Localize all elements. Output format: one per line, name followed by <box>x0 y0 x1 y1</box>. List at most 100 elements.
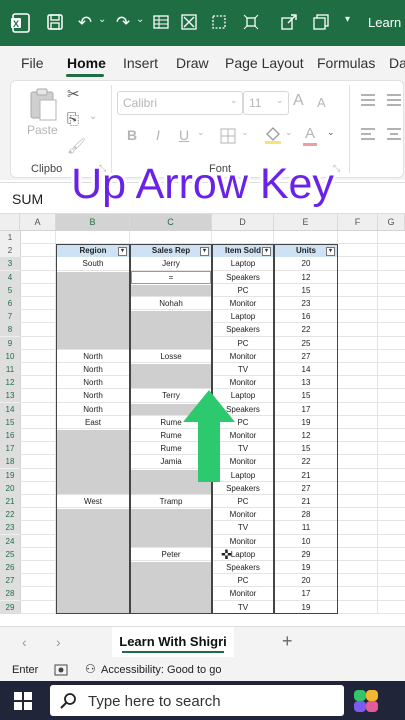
add-sheet-icon[interactable]: + <box>282 631 293 652</box>
column-header-b[interactable]: B <box>56 214 130 230</box>
sheet-tab-learn-with-shigri[interactable]: Learn With Shigri <box>112 627 234 657</box>
units-cell[interactable]: 27 <box>274 482 338 495</box>
row-header[interactable]: 6 <box>0 297 20 310</box>
sales-rep-cell[interactable]: Peter <box>130 548 212 561</box>
align-left-icon[interactable] <box>359 127 377 146</box>
shrink-font-icon[interactable]: A <box>317 95 326 110</box>
menu-insert[interactable]: Insert <box>123 55 158 71</box>
font-size-dropdown-icon[interactable]: ⌄ <box>276 95 284 106</box>
copy-icon[interactable] <box>310 12 332 34</box>
next-sheet-icon[interactable]: › <box>56 634 61 650</box>
copy-format-icon[interactable]: ⎘ <box>67 111 79 128</box>
cut-icon[interactable]: ✂ <box>67 85 80 103</box>
table-icon[interactable] <box>150 12 172 34</box>
clear-format-icon[interactable] <box>178 12 200 34</box>
units-cell[interactable]: 21 <box>274 469 338 482</box>
item-cell[interactable]: TV <box>212 601 274 614</box>
underline-dropdown-icon[interactable]: ⌄ <box>197 127 205 138</box>
align-center-icon[interactable] <box>385 127 403 146</box>
row-header[interactable]: 9 <box>0 336 20 350</box>
row-header[interactable]: 19 <box>0 468 20 482</box>
row-header[interactable]: 12 <box>0 376 20 390</box>
item-cell[interactable]: Monitor <box>212 508 274 521</box>
share-icon[interactable] <box>278 12 300 34</box>
column-header-c[interactable]: C <box>130 214 212 230</box>
region-cell[interactable]: North <box>56 403 130 416</box>
item-cell[interactable]: PC <box>212 337 274 350</box>
row-header[interactable]: 8 <box>0 323 20 337</box>
sales-rep-cell[interactable]: Nohah <box>130 297 212 310</box>
customize-toolbar-icon[interactable]: ▾ <box>345 14 350 25</box>
filter-dropdown-icon[interactable]: ▾ <box>262 247 271 257</box>
item-cell[interactable]: Speakers <box>212 271 274 284</box>
item-cell[interactable]: Monitor <box>212 297 274 310</box>
row-header[interactable]: 7 <box>0 310 20 324</box>
row-header[interactable]: 10 <box>0 349 20 363</box>
redo-icon[interactable]: ↷ <box>112 12 134 34</box>
row-header[interactable]: 2 <box>0 244 20 257</box>
units-cell[interactable]: 22 <box>274 455 338 468</box>
units-cell[interactable]: 23 <box>274 297 338 310</box>
row-header[interactable]: 26 <box>0 561 20 574</box>
item-cell[interactable]: Speakers <box>212 561 274 574</box>
units-cell[interactable]: 17 <box>274 587 338 600</box>
units-cell[interactable]: 27 <box>274 350 338 363</box>
row-header[interactable]: 18 <box>0 455 20 469</box>
sales-rep-cell[interactable]: Tramp <box>130 495 212 508</box>
item-cell[interactable]: TV <box>212 363 274 376</box>
units-cell[interactable]: 11 <box>274 521 338 534</box>
units-cell[interactable]: 22 <box>274 323 338 336</box>
units-cell[interactable]: 17 <box>274 403 338 416</box>
sales-rep-cell[interactable]: Losse <box>130 350 212 363</box>
row-header[interactable]: 13 <box>0 389 20 403</box>
filter-dropdown-icon[interactable]: ▾ <box>326 247 335 257</box>
grow-font-icon[interactable]: A <box>293 92 304 110</box>
row-header[interactable]: 15 <box>0 415 20 429</box>
column-header-a[interactable]: A <box>20 214 56 230</box>
windows-start-icon[interactable] <box>14 692 32 715</box>
column-header-d[interactable]: D <box>212 214 274 230</box>
select-all-corner[interactable] <box>0 214 20 230</box>
save-icon[interactable] <box>44 12 66 34</box>
table-header[interactable]: Units ▾ <box>275 245 337 258</box>
sales-rep-cell[interactable]: Jerry <box>130 257 212 270</box>
fill-color-dropdown-icon[interactable]: ⌄ <box>285 127 293 138</box>
units-cell[interactable]: 16 <box>274 310 338 323</box>
taskbar-search-box[interactable]: Type here to search <box>50 685 344 716</box>
row-header[interactable]: 4 <box>0 270 20 284</box>
units-cell[interactable]: 15 <box>274 389 338 402</box>
menu-file[interactable]: File <box>21 55 44 71</box>
redo-dropdown-icon[interactable]: ⌄ <box>136 14 144 25</box>
filter-dropdown-icon[interactable]: ▾ <box>200 247 209 257</box>
item-cell[interactable]: Speakers <box>212 323 274 336</box>
row-header[interactable]: 25 <box>0 547 20 561</box>
row-header[interactable]: 24 <box>0 534 20 548</box>
units-cell[interactable]: 29 <box>274 548 338 561</box>
menu-page-layout[interactable]: Page Layout <box>225 55 304 71</box>
column-header-f[interactable]: F <box>338 214 378 230</box>
table-header[interactable]: Region ▾ <box>57 245 129 258</box>
region-cell[interactable]: West <box>56 495 130 508</box>
units-cell[interactable]: 28 <box>274 508 338 521</box>
row-header[interactable]: 28 <box>0 587 20 601</box>
filter-dropdown-icon[interactable]: ▾ <box>118 247 127 257</box>
paste-icon[interactable] <box>27 87 59 126</box>
font-name-dropdown-icon[interactable]: ⌄ <box>230 95 238 106</box>
item-cell[interactable]: PC <box>212 284 274 297</box>
accessibility-status[interactable]: Accessibility: Good to go <box>101 664 221 676</box>
menu-draw[interactable]: Draw <box>176 55 209 71</box>
bold-button[interactable]: B <box>127 127 137 143</box>
fill-color-icon[interactable] <box>263 125 283 150</box>
item-cell[interactable]: Monitor <box>212 350 274 363</box>
row-header[interactable]: 17 <box>0 442 20 456</box>
region-cell[interactable]: North <box>56 363 130 376</box>
undo-dropdown-icon[interactable]: ⌄ <box>98 14 106 25</box>
row-header[interactable]: 3 <box>0 257 20 271</box>
menu-data[interactable]: Da <box>389 55 405 71</box>
borders-button-icon[interactable] <box>219 127 237 150</box>
units-cell[interactable]: 10 <box>274 535 338 548</box>
accessibility-icon[interactable]: ⚇ <box>85 662 96 676</box>
italic-button[interactable]: I <box>156 127 160 143</box>
font-color-dropdown-icon[interactable]: ⌄ <box>327 127 335 138</box>
region-cell[interactable]: North <box>56 389 130 402</box>
